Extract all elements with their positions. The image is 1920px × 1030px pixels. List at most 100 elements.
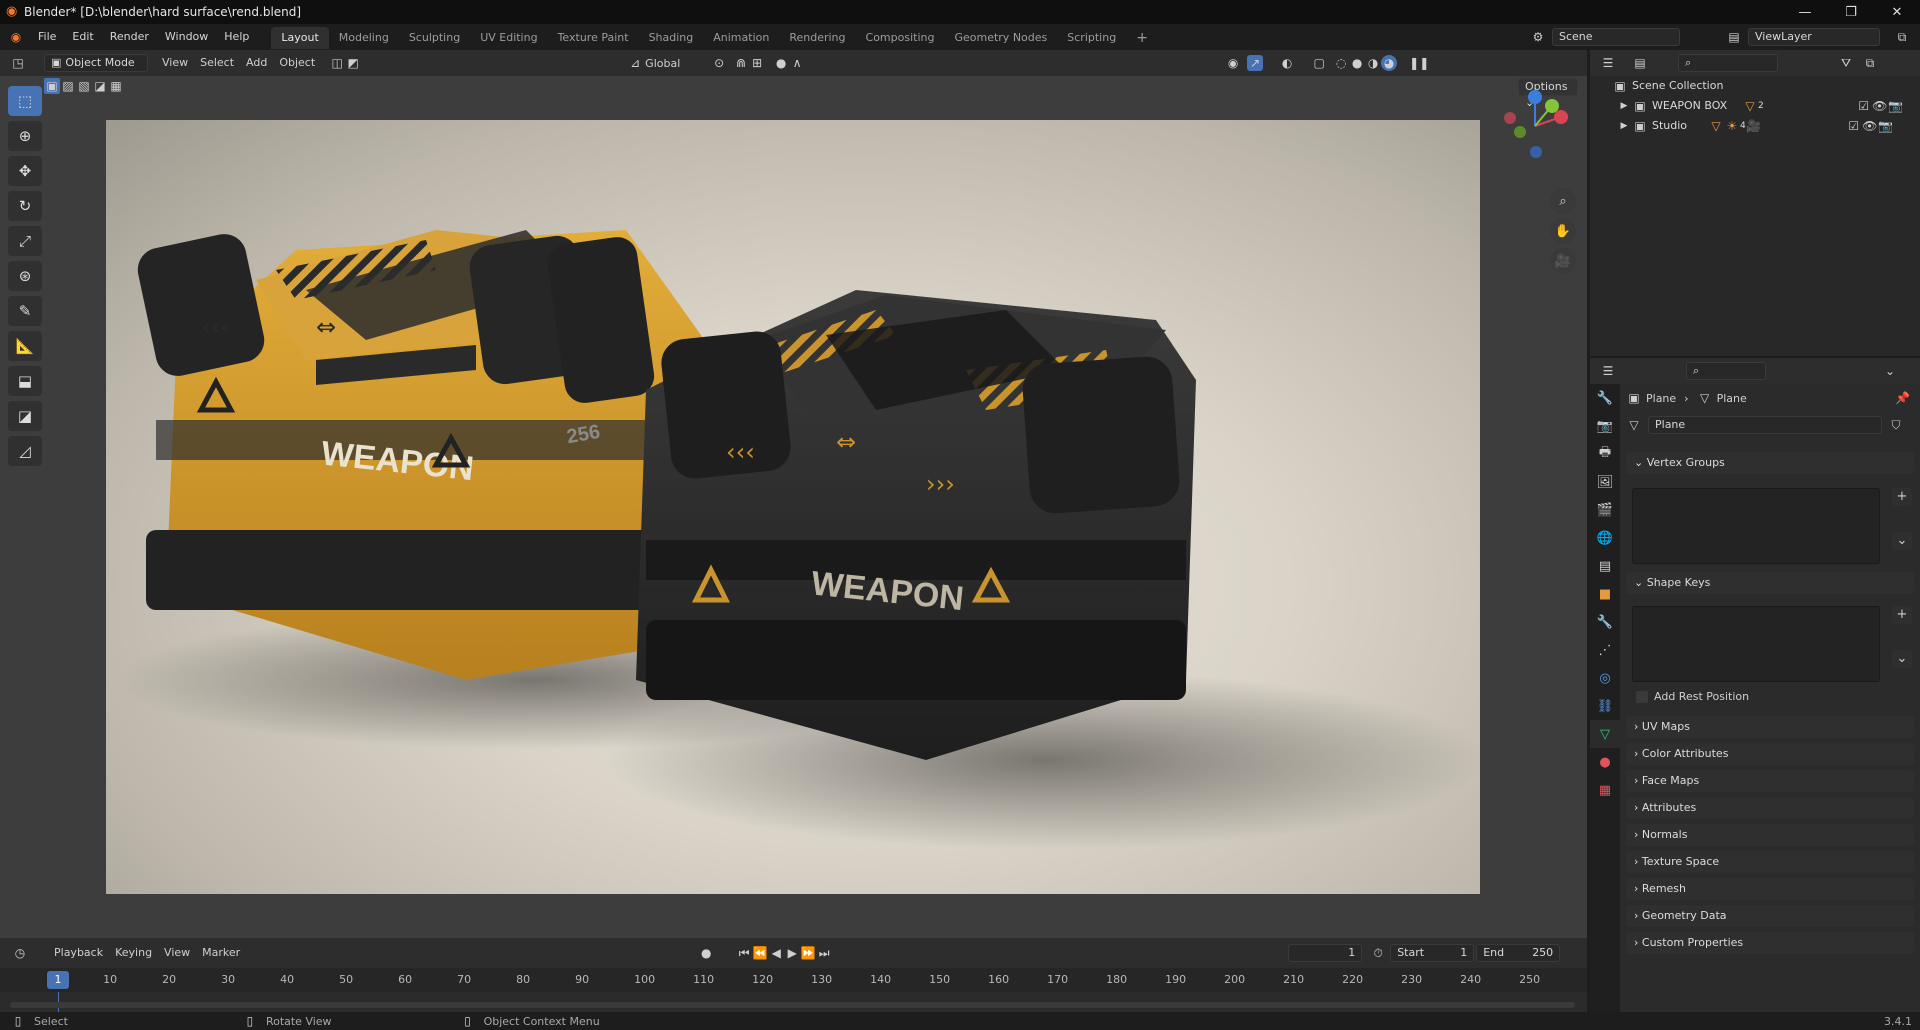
panel-color-attributes[interactable]: › Color Attributes	[1626, 743, 1914, 765]
rotate-tool[interactable]: ↻	[8, 191, 42, 221]
outliner-editor-icon[interactable]: ☰	[1600, 55, 1616, 71]
outliner-item-weapon-box[interactable]: ▶ ▣ WEAPON BOX ▽ 2 ☑ 👁 📷	[1590, 96, 1920, 116]
panel-custom-properties[interactable]: › Custom Properties	[1626, 932, 1914, 954]
timeline-menu-marker[interactable]: Marker	[196, 943, 246, 963]
vertex-group-menu-button[interactable]: ⌄	[1892, 532, 1912, 550]
collection-tab-icon[interactable]: ▤	[1590, 552, 1620, 580]
material-shading-icon[interactable]: ◑	[1365, 55, 1381, 71]
gizmo-z-icon[interactable]	[1528, 90, 1542, 104]
filter-icon[interactable]: ⛛	[1838, 55, 1854, 71]
mode-selector[interactable]: ▣ Object Mode	[44, 54, 148, 72]
select-subtract-icon[interactable]: ▧	[76, 78, 92, 94]
playhead[interactable]: 1	[47, 971, 69, 989]
texture-tab-icon[interactable]: ▦	[1590, 776, 1620, 804]
xray-icon[interactable]: ▢	[1311, 55, 1327, 71]
object-tab-icon[interactable]: ■	[1590, 580, 1620, 608]
tab-layout[interactable]: Layout	[271, 27, 329, 49]
particles-tab-icon[interactable]: ⋰	[1590, 636, 1620, 664]
camera-icon[interactable]: 📷	[1878, 118, 1894, 134]
zoom-icon[interactable]: ⌕	[1550, 188, 1576, 214]
visibility-icon[interactable]: ◉	[1225, 55, 1241, 71]
modifier-tab-icon[interactable]: 🔧	[1590, 608, 1620, 636]
annotate-tool[interactable]: ✎	[8, 296, 42, 326]
checkbox-icon[interactable]: ☑	[1846, 118, 1862, 134]
new-collection-icon[interactable]: ⧉	[1862, 55, 1878, 71]
checkbox-icon[interactable]: ☑	[1856, 98, 1872, 114]
menu-edit[interactable]: Edit	[64, 24, 101, 50]
add-rest-position-row[interactable]: Add Rest Position	[1636, 690, 1749, 703]
eye-icon[interactable]: 👁	[1862, 118, 1878, 134]
outliner-search[interactable]: ⌕	[1678, 54, 1778, 72]
tab-scripting[interactable]: Scripting	[1057, 27, 1126, 49]
timeline-menu-keying[interactable]: Keying	[109, 943, 158, 963]
tab-rendering[interactable]: Rendering	[779, 27, 855, 49]
add-cube-tool[interactable]: ⬓	[8, 366, 42, 396]
select-extend-icon[interactable]: ▨	[60, 78, 76, 94]
add-vertex-group-button[interactable]: +	[1892, 488, 1912, 506]
next-keyframe-icon[interactable]: ⏩	[800, 945, 816, 961]
menu-window[interactable]: Window	[157, 24, 216, 50]
transform-orientation[interactable]: ⊿ Global	[627, 55, 703, 71]
select-intersect-icon[interactable]: ▦	[108, 78, 124, 94]
vertex-groups-panel[interactable]: ⌄ Vertex Groups	[1626, 452, 1914, 474]
data-tab-icon[interactable]: ▽	[1590, 720, 1620, 748]
properties-search[interactable]: ⌕	[1686, 362, 1766, 380]
world-tab-icon[interactable]: 🌐	[1590, 524, 1620, 552]
panel-options-icon[interactable]: ⌄	[1882, 363, 1898, 379]
panel-remesh[interactable]: › Remesh	[1626, 878, 1914, 900]
select-box-tool[interactable]: ⬚	[8, 86, 42, 116]
falloff-icon[interactable]: ∧	[789, 55, 805, 71]
overlay-toggle-icon[interactable]: ◩	[345, 55, 361, 71]
panel-normals[interactable]: › Normals	[1626, 824, 1914, 846]
prev-keyframe-icon[interactable]: ⏪	[752, 945, 768, 961]
end-frame-field[interactable]: End 250	[1476, 944, 1561, 962]
vertex-groups-list[interactable]	[1632, 488, 1880, 564]
menu-file[interactable]: File	[30, 24, 64, 50]
shape-keys-panel[interactable]: ⌄ Shape Keys	[1626, 572, 1914, 594]
timeline-menu-view[interactable]: View	[158, 943, 196, 963]
expand-icon[interactable]: ▶	[1616, 118, 1632, 134]
cursor-tool[interactable]: ⊕	[8, 121, 42, 151]
close-button[interactable]: ✕	[1874, 0, 1920, 24]
current-frame-field[interactable]: 1	[1288, 944, 1363, 962]
scale-tool[interactable]: ⤢	[8, 226, 42, 256]
tab-shading[interactable]: Shading	[639, 27, 704, 49]
tab-compositing[interactable]: Compositing	[856, 27, 945, 49]
eye-icon[interactable]: 👁	[1872, 98, 1888, 114]
tool-tab-icon[interactable]: 🔧	[1590, 384, 1620, 412]
fake-user-icon[interactable]: ⛉	[1888, 417, 1904, 433]
display-mode-icon[interactable]: ▤	[1632, 55, 1648, 71]
gizmo-icon[interactable]: ↗	[1247, 55, 1264, 71]
menu-render[interactable]: Render	[102, 24, 157, 50]
blender-menu-icon[interactable]: ◉	[8, 29, 24, 45]
panel-uv-maps[interactable]: › UV Maps	[1626, 716, 1914, 738]
panel-face-maps[interactable]: › Face Maps	[1626, 770, 1914, 792]
outliner-item-studio[interactable]: ▶ ▣ Studio ▽ ☀ 4 🎥 ☑ 👁 📷	[1590, 116, 1920, 136]
tab-texture-paint[interactable]: Texture Paint	[548, 27, 639, 49]
tab-geometry-nodes[interactable]: Geometry Nodes	[944, 27, 1057, 49]
tab-uv-editing[interactable]: UV Editing	[470, 27, 547, 49]
add-workspace-icon[interactable]: +	[1126, 27, 1158, 49]
tab-modeling[interactable]: Modeling	[329, 27, 399, 49]
timeline-menu-playback[interactable]: Playback	[48, 943, 109, 963]
viewport-menu-view[interactable]: View	[156, 53, 194, 73]
extra-tool-1[interactable]: ◪	[8, 401, 42, 431]
extra-tool-2[interactable]: ◿	[8, 436, 42, 466]
scene-selector[interactable]: Scene	[1552, 28, 1680, 46]
scene-tab-icon[interactable]: 🎬	[1590, 496, 1620, 524]
mesh-name-field[interactable]: Plane	[1648, 416, 1882, 434]
wireframe-shading-icon[interactable]: ◌	[1333, 55, 1349, 71]
panel-geometry-data[interactable]: › Geometry Data	[1626, 905, 1914, 927]
select-invert-icon[interactable]: ◪	[92, 78, 108, 94]
constraints-tab-icon[interactable]: ⛓	[1590, 692, 1620, 720]
measure-tool[interactable]: 📐	[8, 331, 42, 361]
view-layer-icon[interactable]: ▤	[1726, 29, 1742, 45]
pin-icon[interactable]: 📌	[1895, 390, 1911, 406]
add-rest-position-checkbox[interactable]	[1636, 690, 1648, 703]
navigation-gizmo[interactable]	[1498, 88, 1572, 160]
camera-view-icon[interactable]: 🎥	[1550, 248, 1576, 274]
timeline-ruler[interactable]: 1 10 20 30 40 50 60 70 80 90 100 110 120 130 140 150 16…	[0, 968, 1587, 992]
select-new-icon[interactable]: ▣	[44, 78, 60, 94]
rendered-shading-icon[interactable]: ◕	[1381, 55, 1398, 71]
pause-render-icon[interactable]: ❚❚	[1409, 55, 1429, 71]
